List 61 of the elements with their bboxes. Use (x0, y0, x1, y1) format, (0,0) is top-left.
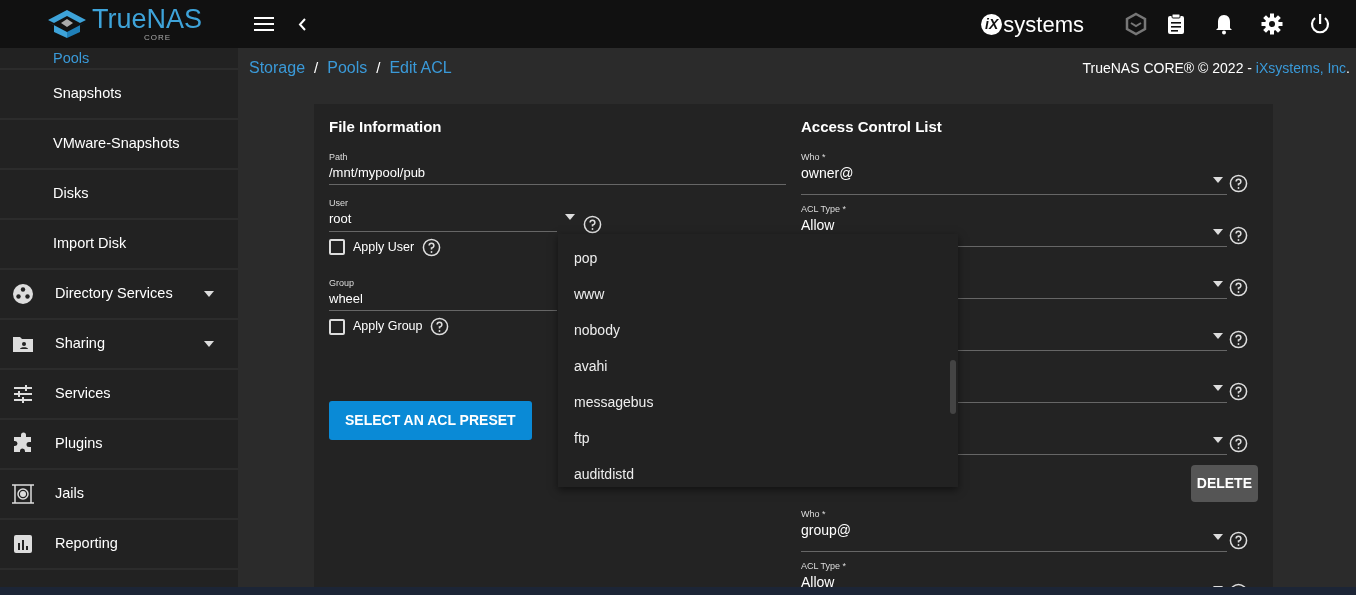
scrollbar-thumb[interactable] (950, 360, 956, 414)
jail-icon (11, 482, 35, 506)
help-icon[interactable] (1229, 277, 1248, 297)
delete-button[interactable]: DELETE (1190, 464, 1258, 502)
settings-icon[interactable] (1260, 12, 1284, 36)
dropdown-option[interactable]: nobody (558, 312, 958, 348)
dropdown-option[interactable]: auditdistd (558, 456, 958, 487)
caret-icon[interactable] (1213, 436, 1223, 443)
caret-icon[interactable] (204, 341, 214, 347)
caret-icon[interactable] (1213, 228, 1223, 235)
breadcrumb-link[interactable]: Pools (327, 56, 368, 80)
directory-icon (11, 282, 35, 306)
caret-icon[interactable] (1213, 176, 1223, 183)
dropdown-option[interactable]: messagebus (558, 384, 958, 420)
power-icon[interactable] (1308, 12, 1332, 36)
vendor-mark: iX (981, 13, 1003, 35)
input-field[interactable]: Path /mnt/mypool/pub (329, 152, 786, 186)
input-field[interactable]: Group wheel (329, 278, 557, 312)
cube-icon[interactable] (1124, 12, 1148, 36)
select-field[interactable]: Who * group@ (801, 509, 1227, 552)
help-icon[interactable] (1229, 381, 1248, 401)
help-icon[interactable] (422, 237, 442, 257)
dropdown-option[interactable]: www (558, 276, 958, 312)
breadcrumb-separator: / (376, 57, 381, 78)
caret-icon[interactable] (1213, 533, 1223, 540)
select-field[interactable]: Who * owner@ (801, 152, 1227, 195)
caret-icon[interactable] (1213, 280, 1223, 287)
sidebar-item[interactable]: Pools (0, 48, 238, 70)
caret-icon[interactable] (1213, 332, 1223, 339)
section-title: File Information (329, 117, 443, 137)
caret-icon[interactable] (204, 291, 214, 297)
chart-icon (11, 532, 35, 556)
dropdown-option[interactable]: avahi (558, 348, 958, 384)
breadcrumb-separator: / (314, 57, 319, 78)
caret-icon[interactable] (1213, 384, 1223, 391)
copyright-text: TrueNAS CORE® © 2022 - iXsystems, Inc. (1082, 58, 1350, 78)
help-icon[interactable] (1229, 329, 1248, 349)
help-icon[interactable] (583, 214, 602, 234)
checkbox-label: Apply Group (353, 318, 423, 336)
breadcrumb-link[interactable]: Storage (249, 56, 306, 80)
logo-icon (48, 10, 86, 38)
preset-button[interactable]: SELECT AN ACL PRESET (329, 401, 532, 441)
help-icon[interactable] (1229, 530, 1248, 550)
help-icon[interactable] (1229, 225, 1248, 245)
logo-subtitle: CORE (144, 34, 173, 42)
help-icon[interactable] (1229, 173, 1248, 193)
chevron-left-icon[interactable] (298, 17, 306, 31)
checkbox[interactable] (329, 239, 345, 256)
caret-icon[interactable] (565, 213, 575, 220)
help-icon[interactable] (430, 317, 450, 337)
logo-text: TrueNAS (92, 4, 203, 34)
sliders-icon (11, 382, 35, 406)
input-field[interactable]: User root (329, 199, 557, 232)
dropdown-option[interactable]: ftp (558, 420, 958, 456)
checkbox[interactable] (329, 318, 345, 335)
section-title: Access Control List (801, 117, 943, 137)
breadcrumb-link[interactable]: Edit ACL (389, 56, 452, 80)
menu-icon[interactable] (254, 17, 274, 31)
vendor-text: systems (1003, 10, 1084, 39)
help-icon[interactable] (1229, 433, 1248, 453)
checkbox-label: Apply User (353, 238, 415, 256)
